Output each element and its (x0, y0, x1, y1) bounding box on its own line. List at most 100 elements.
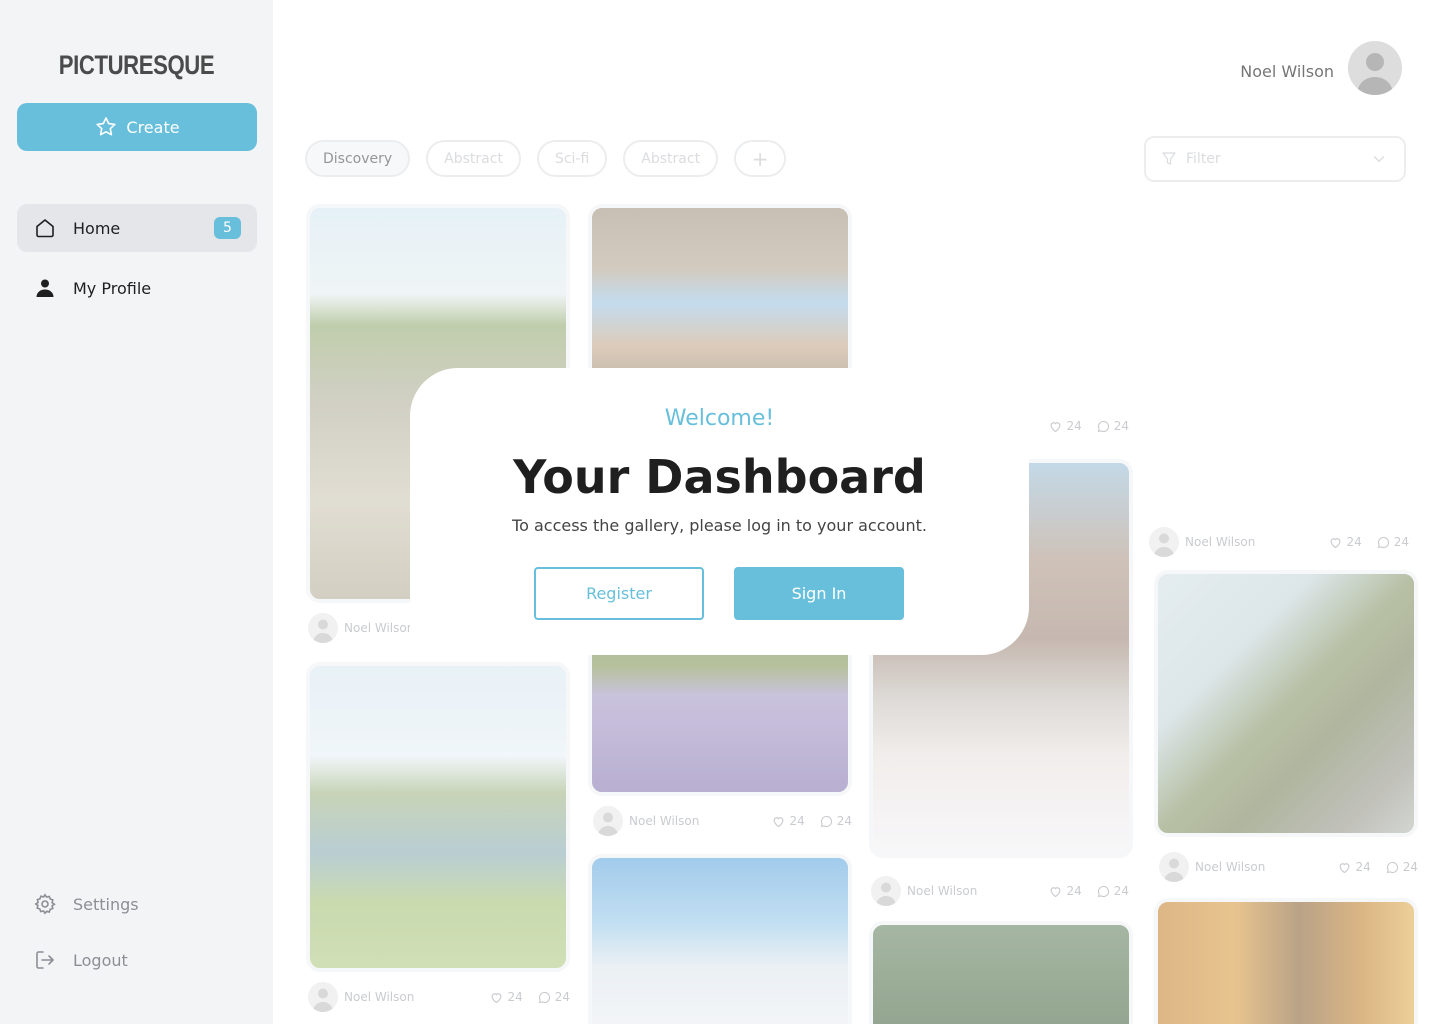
likes[interactable]: 24 (1048, 884, 1082, 899)
gallery-image-autumn[interactable] (1154, 898, 1418, 1024)
comment-icon (1097, 420, 1109, 432)
post-meta: Noel Wilson 24 24 (871, 875, 1129, 907)
comment-count: 24 (554, 990, 570, 1004)
author-avatar (1159, 852, 1189, 882)
comments[interactable]: 24 (819, 814, 852, 829)
user-avatar-icon (1154, 533, 1174, 557)
comment-count: 24 (1393, 535, 1409, 549)
app-logo: PICTURESQUE (58, 50, 215, 80)
author-avatar (593, 806, 623, 836)
post-stats: 24 24 (1048, 875, 1129, 907)
heart-icon (1050, 886, 1061, 897)
comment-icon (538, 991, 550, 1003)
register-button[interactable]: Register (534, 567, 704, 620)
comment-count: 24 (1113, 884, 1129, 898)
sidebar-item-label: Home (73, 218, 121, 238)
comment-icon (1386, 861, 1398, 873)
comments[interactable]: 24 (1096, 884, 1129, 899)
post-meta: Noel Wilson 24 24 (308, 981, 570, 1013)
sidebar: PICTURESQUE Create Home 5 My Profile Set… (0, 0, 273, 1024)
comments[interactable]: 24 (1385, 860, 1418, 875)
sidebar-item-label: Logout (73, 950, 128, 970)
create-label: Create (126, 117, 180, 137)
gallery-image-rock-arch[interactable] (588, 204, 852, 384)
tag-discovery[interactable]: Discovery (305, 140, 411, 177)
user-avatar-icon (1164, 858, 1184, 882)
user-avatar-icon (876, 882, 896, 906)
gallery-image-forest[interactable] (869, 921, 1133, 1024)
chevron-down-icon (1373, 156, 1385, 163)
heart-icon (1339, 862, 1350, 873)
sidebar-item-my-profile[interactable]: My Profile (17, 264, 257, 312)
author-avatar (308, 982, 338, 1012)
user-icon (36, 279, 54, 297)
post-stats: 24 24 (489, 981, 570, 1013)
gallery-image-lake[interactable] (306, 662, 570, 972)
welcome-text: Welcome! (664, 406, 775, 431)
sidebar-item-home[interactable]: Home 5 (17, 204, 257, 252)
post-stats: 24 24 (1328, 526, 1409, 558)
comments[interactable]: 24 (1376, 535, 1409, 550)
home-count-badge: 5 (214, 217, 241, 239)
category-tags: Discovery Abstract Sci-fi Abstract + (305, 140, 787, 177)
author-avatar (308, 613, 338, 643)
add-tag-button[interactable]: + (734, 140, 787, 177)
user-avatar-icon (313, 988, 333, 1012)
user-avatar-icon (313, 619, 333, 643)
comments[interactable]: 24 (1096, 419, 1129, 434)
comment-count: 24 (836, 814, 852, 828)
post-stats: 24 24 (1048, 410, 1129, 442)
like-count: 24 (1066, 884, 1082, 898)
post-meta-partial: 24 24 (1045, 410, 1129, 442)
comment-icon (820, 815, 832, 827)
sidebar-item-logout[interactable]: Logout (17, 936, 257, 984)
likes[interactable]: 24 (1328, 535, 1362, 550)
like-count: 24 (1355, 860, 1371, 874)
heart-icon (773, 816, 784, 827)
sidebar-item-label: Settings (73, 894, 139, 914)
home-icon (36, 219, 54, 238)
likes[interactable]: 24 (771, 814, 805, 829)
post-stats: 24 24 (771, 805, 852, 837)
heart-icon (1330, 537, 1341, 548)
comment-icon (1097, 885, 1109, 897)
post-meta: Noel Wilson 24 24 (593, 805, 852, 837)
heart-icon (491, 992, 502, 1003)
tag-abstract[interactable]: Abstract (426, 140, 521, 177)
tag-sci-fi[interactable]: Sci-fi (536, 140, 608, 177)
like-count: 24 (1066, 419, 1082, 433)
sidebar-item-settings[interactable]: Settings (17, 880, 257, 928)
author-name: Noel Wilson (344, 990, 415, 1004)
post-meta: Noel Wilson 24 24 (1149, 526, 1409, 558)
comments[interactable]: 24 (537, 990, 570, 1005)
modal-title: Your Dashboard (513, 450, 926, 504)
author-avatar (1149, 527, 1179, 557)
gallery-image-snow-forest[interactable] (588, 854, 852, 1024)
gallery-image-cliff-edge[interactable] (1154, 570, 1418, 837)
user-avatar-icon (598, 812, 618, 836)
like-count: 24 (789, 814, 805, 828)
user-name: Noel Wilson (1240, 62, 1334, 81)
user-avatar-icon (1357, 53, 1393, 95)
gear-icon (34, 893, 56, 915)
login-modal: Welcome! Your Dashboard To access the ga… (410, 368, 1029, 655)
likes[interactable]: 24 (489, 990, 523, 1005)
likes[interactable]: 24 (1048, 419, 1082, 434)
post-stats: 24 24 (1337, 851, 1418, 883)
post-meta: Noel Wilson 24 24 (1159, 851, 1418, 883)
avatar[interactable] (1348, 41, 1402, 95)
author-name: Noel Wilson (1195, 860, 1266, 874)
gallery-image-lavender[interactable] (588, 640, 852, 796)
like-count: 24 (507, 990, 523, 1004)
tag-abstract-2[interactable]: Abstract (623, 140, 719, 177)
filter-dropdown[interactable]: Filter (1144, 136, 1406, 182)
create-button[interactable]: Create (17, 103, 257, 151)
star-icon (96, 117, 117, 136)
likes[interactable]: 24 (1337, 860, 1371, 875)
filter-placeholder: Filter (1186, 151, 1221, 167)
comment-count: 24 (1113, 419, 1129, 433)
sidebar-item-label: My Profile (73, 278, 152, 298)
sign-in-button[interactable]: Sign In (734, 567, 904, 620)
logout-icon (36, 951, 54, 969)
author-name: Noel Wilson (344, 621, 415, 635)
